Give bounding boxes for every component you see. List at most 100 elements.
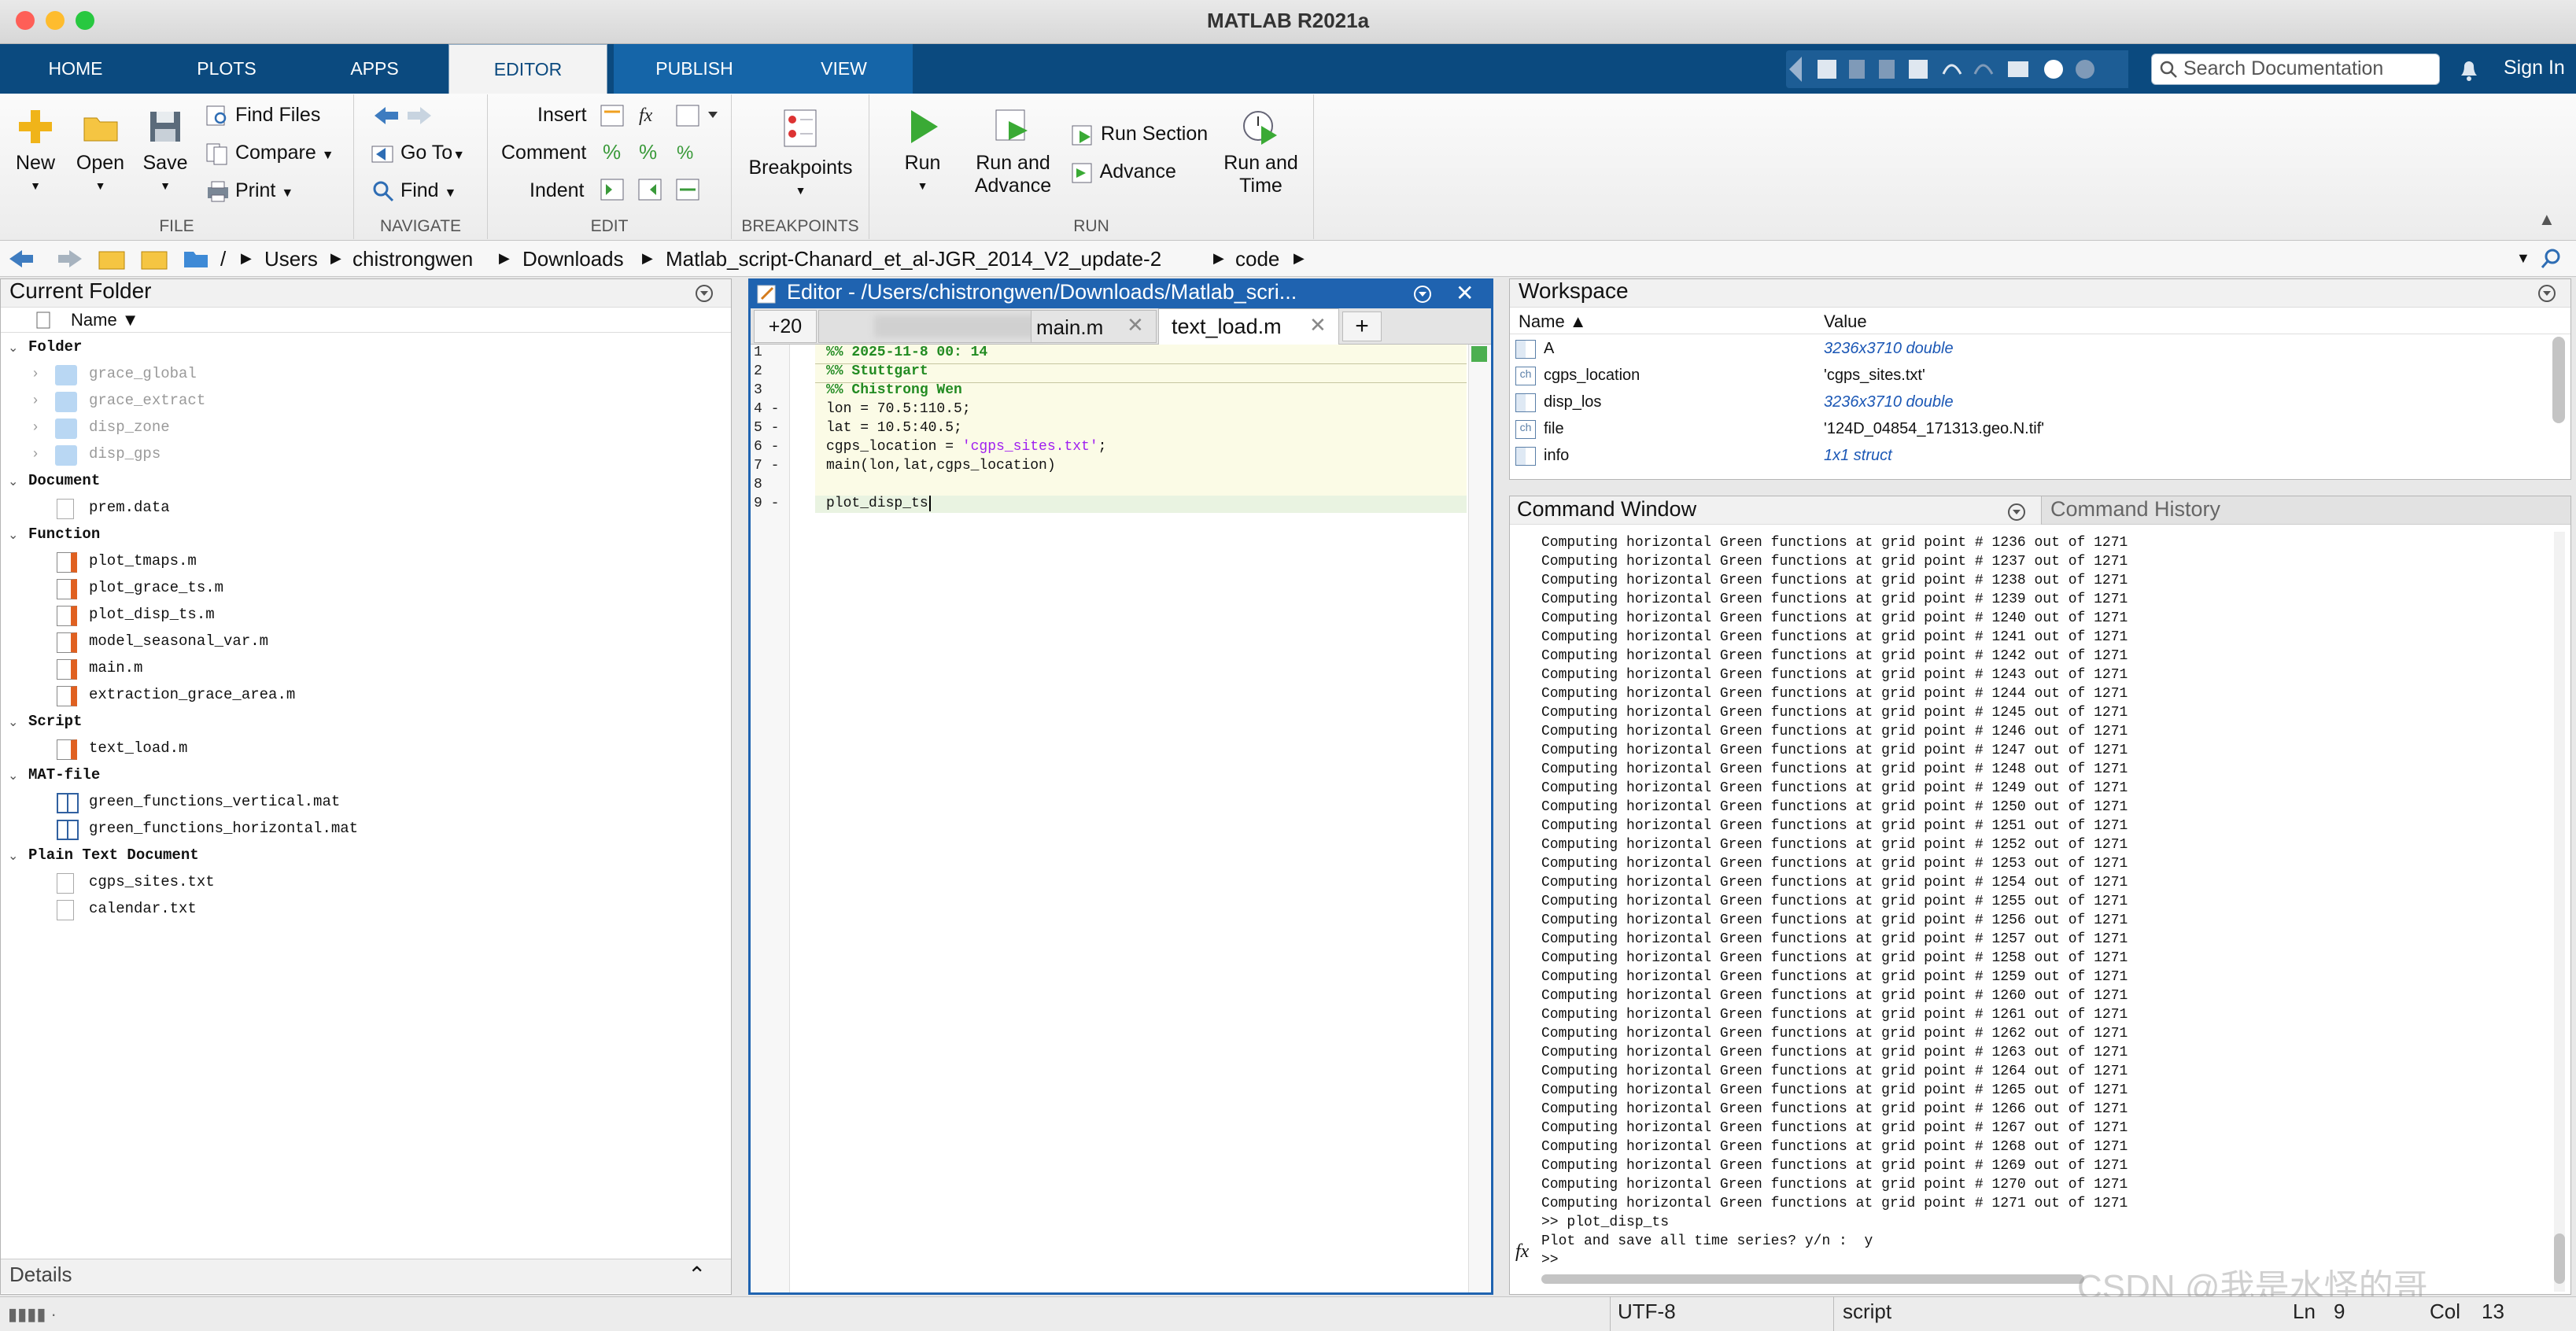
function-browser-icon[interactable]: fx: [1515, 1241, 1529, 1263]
group-expander-icon[interactable]: ⌄: [8, 527, 18, 543]
tab-apps[interactable]: APPS: [330, 44, 419, 94]
find-button[interactable]: Find ▼: [371, 179, 456, 203]
tab-plots[interactable]: PLOTS: [183, 44, 271, 94]
folder-list-item[interactable]: model_seasonal_var.m: [89, 632, 268, 650]
code-line[interactable]: main(lon,lat,cgps_location): [826, 458, 1056, 474]
folder-list-item[interactable]: plot_disp_ts.m: [89, 606, 215, 623]
group-expander-icon[interactable]: ⌄: [8, 768, 18, 783]
chevron-up-icon[interactable]: ⌃: [688, 1262, 706, 1288]
breadcrumb-root[interactable]: /: [220, 247, 226, 271]
sign-in-link[interactable]: Sign In: [2504, 57, 2565, 79]
back-forward-arrows-icon[interactable]: [371, 104, 434, 127]
workspace-value-column[interactable]: Value: [1824, 312, 1867, 332]
panel-actions-icon[interactable]: [2537, 283, 2557, 304]
search-folder-icon[interactable]: [2540, 247, 2563, 271]
run-section-button[interactable]: Run Section: [1070, 123, 1208, 146]
name-column-header[interactable]: Name ▼: [71, 310, 139, 330]
add-tab-button[interactable]: +: [1342, 312, 1382, 341]
workspace-variable-value[interactable]: 1x1 struct: [1824, 447, 1892, 465]
panel-actions-icon[interactable]: [2006, 502, 2027, 522]
folder-list-item[interactable]: prem.data: [89, 499, 170, 516]
folder-list-item[interactable]: main.m: [89, 659, 142, 677]
workspace-scrollbar[interactable]: [2552, 337, 2565, 423]
notification-bell-icon[interactable]: [2458, 58, 2480, 82]
breadcrumb-project[interactable]: Matlab_script-Chanard_et_al-JGR_2014_V2_…: [666, 247, 1161, 271]
advance-button[interactable]: Advance: [1070, 160, 1176, 184]
code-line[interactable]: lon = 70.5:110.5;: [826, 401, 971, 417]
code-analyzer-status-icon[interactable]: [1471, 346, 1487, 362]
code-line[interactable]: %% 2025-11-8 00: 14: [826, 345, 987, 360]
address-dropdown-icon[interactable]: ▼: [2516, 250, 2530, 267]
folder-list-item[interactable]: disp_gps: [89, 445, 161, 463]
close-tab-icon[interactable]: ✕: [1309, 313, 1327, 337]
tab-publish[interactable]: PUBLISH: [614, 44, 775, 94]
workspace-name-column[interactable]: Name ▲: [1519, 312, 1587, 332]
breakpoints-button[interactable]: Breakpoints ▼: [744, 107, 858, 202]
command-prompt[interactable]: >>: [1541, 1252, 1559, 1268]
workspace-variable-value[interactable]: 'cgps_sites.txt': [1824, 367, 1925, 385]
tab-view[interactable]: VIEW: [775, 44, 913, 94]
command-window-scrollbar[interactable]: [2554, 532, 2565, 1292]
folder-list-item[interactable]: grace_extract: [89, 392, 205, 409]
edit-tool-icons[interactable]: fx % % %: [598, 102, 724, 212]
compare-button[interactable]: Compare ▼: [205, 142, 334, 165]
folder-list-item[interactable]: plot_tmaps.m: [89, 552, 197, 570]
find-files-button[interactable]: Find Files: [205, 104, 320, 127]
breadcrumb-chistrongwen[interactable]: chistrongwen: [352, 247, 473, 271]
code-line[interactable]: %% Chistrong Wen: [826, 382, 962, 398]
collapse-toolstrip-icon[interactable]: ▲: [2538, 209, 2556, 230]
horizontal-scrollbar[interactable]: [1541, 1274, 2084, 1284]
folder-list-item[interactable]: green_functions_vertical.mat: [89, 793, 340, 810]
editor-close-icon[interactable]: ✕: [1456, 280, 1474, 306]
tab-home[interactable]: HOME: [31, 44, 120, 94]
workspace-variable-name[interactable]: disp_los: [1544, 393, 1601, 411]
group-expander-icon[interactable]: ⌄: [8, 340, 18, 356]
run-and-advance-button[interactable]: Run and Advance: [968, 107, 1058, 197]
folder-list-item[interactable]: green_functions_horizontal.mat: [89, 820, 358, 837]
workspace-variable-name[interactable]: file: [1544, 420, 1564, 438]
group-expander-icon[interactable]: ⌄: [8, 848, 18, 864]
details-bar[interactable]: [1, 1259, 731, 1293]
workspace-variable-name[interactable]: cgps_location: [1544, 367, 1640, 385]
chevron-right-icon[interactable]: ›: [33, 418, 38, 435]
folder-list-item[interactable]: calendar.txt: [89, 900, 197, 917]
group-expander-icon[interactable]: ⌄: [8, 714, 18, 730]
search-documentation-input[interactable]: Search Documentation: [2151, 53, 2440, 85]
run-button[interactable]: Run ▼: [897, 107, 948, 197]
folder-list-item[interactable]: cgps_sites.txt: [89, 873, 215, 890]
tab-overflow[interactable]: +20: [754, 310, 817, 343]
quick-access-icons[interactable]: [1786, 50, 2128, 88]
panel-actions-icon[interactable]: [694, 283, 714, 304]
folder-list-item[interactable]: extraction_grace_area.m: [89, 686, 295, 703]
close-tab-icon[interactable]: ✕: [1127, 313, 1144, 337]
navigation-icons[interactable]: [6, 245, 179, 272]
go-to-button[interactable]: Go To▼: [370, 142, 465, 165]
chevron-right-icon[interactable]: ›: [33, 392, 38, 408]
save-button[interactable]: Save ▼: [138, 107, 193, 197]
folder-list-item[interactable]: plot_grace_ts.m: [89, 579, 223, 596]
chevron-right-icon[interactable]: ›: [33, 365, 38, 382]
tab-editor[interactable]: EDITOR: [448, 44, 607, 94]
editor-actions-icon[interactable]: [1412, 283, 1434, 305]
code-line[interactable]: cgps_location = 'cgps_sites.txt';: [826, 439, 1106, 455]
workspace-variable-name[interactable]: A: [1544, 340, 1554, 358]
folder-list-item[interactable]: disp_zone: [89, 418, 170, 436]
workspace-variable-value[interactable]: '124D_04854_171313.geo.N.tif': [1824, 420, 2044, 438]
group-expander-icon[interactable]: ⌄: [8, 474, 18, 489]
open-button[interactable]: Open ▼: [71, 107, 130, 197]
breadcrumb-downloads[interactable]: Downloads: [522, 247, 624, 271]
breadcrumb-code[interactable]: code: [1235, 247, 1279, 271]
folder-list-item[interactable]: text_load.m: [89, 739, 187, 757]
breadcrumb-users[interactable]: Users: [264, 247, 318, 271]
workspace-variable-value[interactable]: 3236x3710 double: [1824, 393, 1954, 411]
code-line[interactable]: %% Stuttgart: [826, 363, 928, 379]
run-and-time-button[interactable]: Run and Time: [1216, 107, 1306, 197]
editor-scrollbar[interactable]: [1468, 345, 1490, 1292]
workspace-variable-name[interactable]: info: [1544, 447, 1569, 465]
folder-list-item[interactable]: grace_global: [89, 365, 197, 382]
print-button[interactable]: Print ▼: [205, 179, 293, 203]
chevron-right-icon[interactable]: ›: [33, 445, 38, 462]
scrollbar-thumb[interactable]: [2554, 1233, 2565, 1284]
code-line[interactable]: plot_disp_ts: [826, 496, 931, 511]
workspace-variable-value[interactable]: 3236x3710 double: [1824, 340, 1954, 358]
